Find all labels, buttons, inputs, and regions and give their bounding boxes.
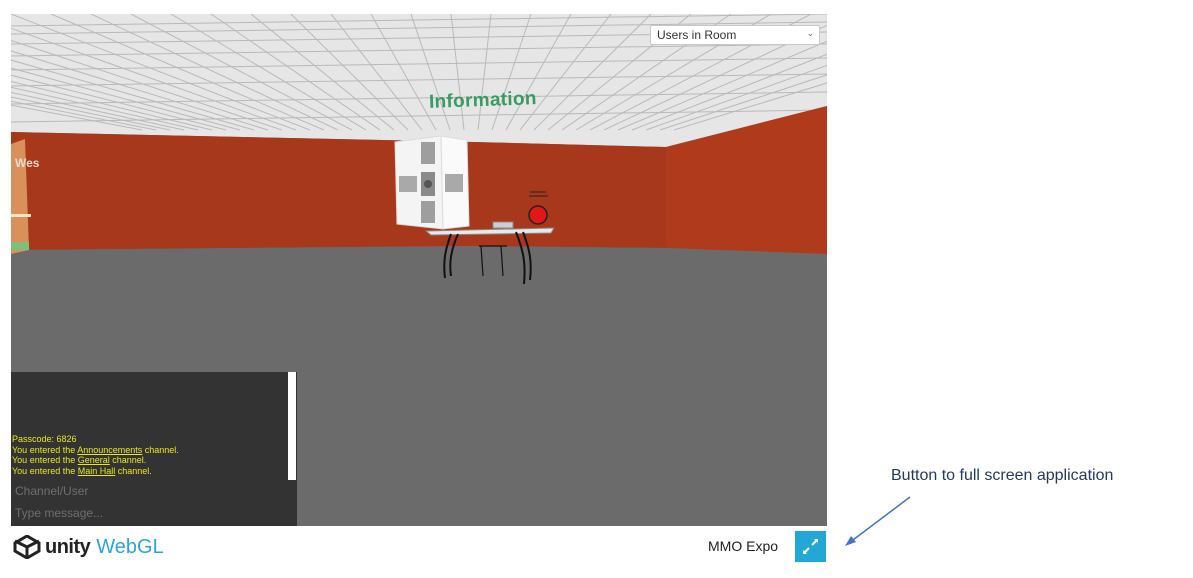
brand-webgl: WebGL (96, 535, 164, 558)
unity-webgl-logo: unity WebGL (13, 534, 164, 560)
button-label (528, 190, 550, 199)
red-button[interactable] (528, 205, 548, 225)
brand-unity: unity (45, 535, 91, 558)
expand-icon (803, 539, 818, 554)
unity-canvas[interactable]: Users in Room ⌄ Information Wes Passcode… (11, 14, 827, 526)
message-input[interactable]: Type message... (15, 506, 103, 520)
channel-user-input[interactable]: Channel/User (15, 484, 88, 498)
booth-base (11, 242, 29, 250)
users-select-value: Users in Room (657, 28, 737, 42)
channel-link[interactable]: General (78, 455, 110, 465)
chat-line: You entered the Announcements channel. (12, 444, 179, 455)
channel-link[interactable]: Main Hall (78, 466, 116, 476)
wall-label: Wes (15, 156, 40, 170)
users-in-room-select[interactable]: Users in Room ⌄ (650, 25, 820, 45)
fullscreen-button[interactable] (795, 531, 826, 562)
unity-logo-icon (13, 535, 41, 559)
chat-scrollbar[interactable] (288, 372, 296, 480)
channel-link[interactable]: Announcements (77, 445, 142, 455)
info-board (394, 135, 470, 230)
chat-panel: Passcode: 6826 You entered the Announcem… (11, 372, 297, 526)
annotation-text: Button to full screen application (891, 467, 1114, 484)
chat-log: Passcode: 6826 You entered the Announcem… (12, 434, 179, 476)
chevron-down-icon: ⌄ (806, 28, 814, 38)
booth-light (11, 214, 31, 217)
app-title: MMO Expo (708, 538, 779, 554)
chat-line: You entered the Main Hall channel. (12, 465, 152, 476)
information-sign: Information (428, 88, 538, 113)
chat-line: Passcode: 6826 (12, 434, 77, 444)
back-wall (11, 132, 666, 250)
chat-line: You entered the General channel. (12, 455, 147, 465)
